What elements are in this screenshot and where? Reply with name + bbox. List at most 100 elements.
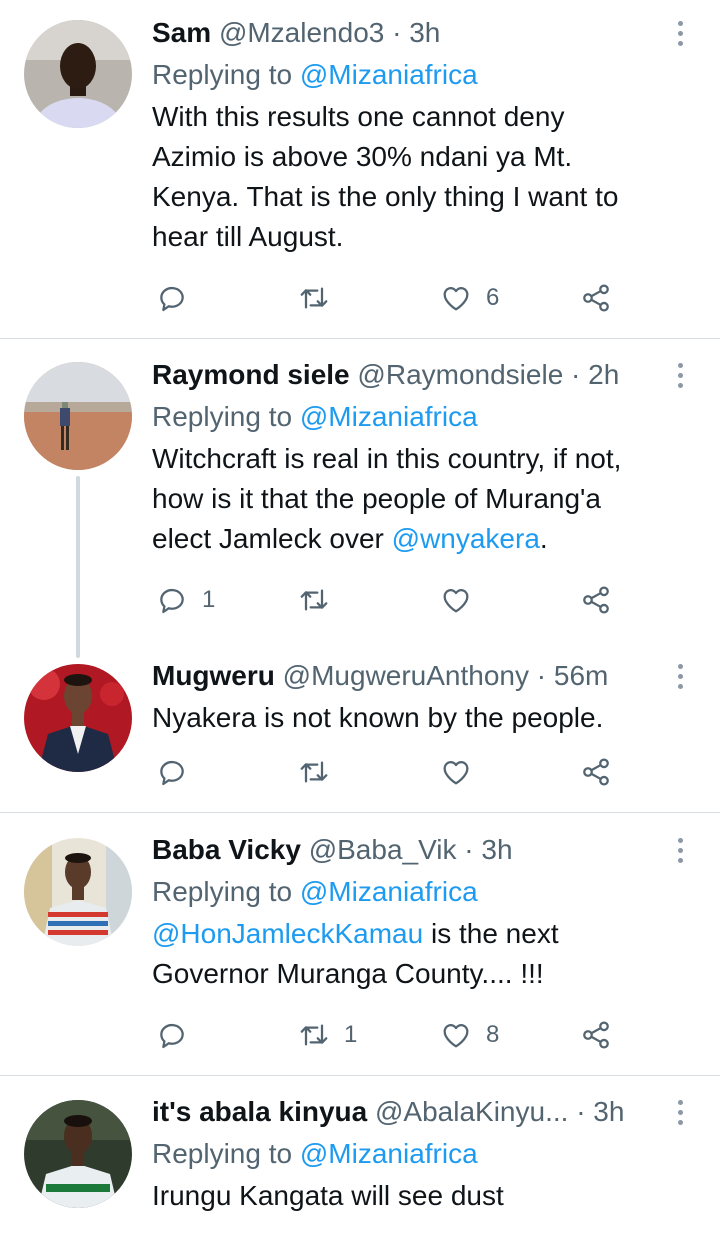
retweet-icon <box>300 761 328 783</box>
retweet-icon <box>300 287 328 309</box>
replying-mention-link[interactable]: @Mizaniafrica <box>300 59 478 90</box>
replying-to: Replying to @Mizaniafrica <box>152 1134 672 1174</box>
tweet-text-fragment: . <box>539 523 548 554</box>
retweet-button[interactable] <box>298 750 344 794</box>
like-button[interactable]: 6 <box>440 276 499 320</box>
reply-button[interactable] <box>156 1013 202 1057</box>
replying-to: Replying to @Mizaniafrica <box>152 55 672 95</box>
replying-mention-link[interactable]: @Mizaniafrica <box>300 1138 478 1169</box>
avatar[interactable] <box>24 838 132 946</box>
user-handle[interactable]: @Raymondsiele <box>357 359 563 390</box>
avatar[interactable] <box>24 1100 132 1208</box>
tweet-text-fragment: is the next <box>423 918 559 949</box>
user-handle[interactable]: @Baba_Vik <box>309 834 457 865</box>
more-options-icon[interactable] <box>668 1092 692 1132</box>
like-count: 8 <box>486 1021 500 1048</box>
retweet-count: 1 <box>344 1021 358 1048</box>
tweet[interactable]: Raymond siele @Raymondsiele · 2h Replyin… <box>152 355 672 559</box>
timestamp[interactable]: 3h <box>481 834 512 865</box>
avatar[interactable] <box>24 20 132 128</box>
tweet-text-line: Witchcraft is real in this country, if n… <box>152 443 622 474</box>
reply-button[interactable] <box>156 276 202 320</box>
retweet-button[interactable]: 1 <box>298 1013 357 1057</box>
tweet[interactable]: Sam @Mzalendo3 · 3h Replying to @Mizania… <box>152 13 672 257</box>
share-button[interactable] <box>580 750 612 794</box>
user-handle[interactable]: @MugweruAnthony <box>283 660 529 691</box>
divider <box>0 1075 720 1076</box>
tweet-header: Baba Vicky @Baba_Vik · 3h <box>152 830 672 870</box>
thread-line <box>76 476 80 658</box>
retweet-button[interactable] <box>298 276 344 320</box>
like-button[interactable] <box>440 578 486 622</box>
replying-mention-link[interactable]: @Mizaniafrica <box>300 876 478 907</box>
reply-icon <box>160 760 184 786</box>
tweet-text-line: elect Jamleck over @wnyakera. <box>152 519 672 559</box>
like-count: 6 <box>486 284 500 311</box>
display-name[interactable]: Sam <box>152 17 211 48</box>
replying-prefix: Replying to <box>152 1138 293 1169</box>
display-name[interactable]: it's abala kinyua <box>152 1096 367 1127</box>
tweet-header: Raymond siele @Raymondsiele · 2h <box>152 355 672 395</box>
share-icon <box>583 1021 609 1049</box>
timestamp[interactable]: 3h <box>409 17 440 48</box>
like-button[interactable] <box>440 750 486 794</box>
share-button[interactable] <box>580 578 612 622</box>
separator-dot: · <box>576 1096 586 1127</box>
tweet-text: @HonJamleckKamau is the next Governor Mu… <box>152 914 672 994</box>
reply-icon <box>160 286 184 312</box>
avatar[interactable] <box>24 664 132 772</box>
heart-icon <box>443 761 469 785</box>
like-button[interactable]: 8 <box>440 1013 499 1057</box>
tweet-text: Irungu Kangata will see dust <box>152 1176 672 1216</box>
user-handle[interactable]: @AbalaKinyu... <box>375 1096 568 1127</box>
reply-icon <box>160 588 184 614</box>
tweet-header: Sam @Mzalendo3 · 3h <box>152 13 672 53</box>
timestamp[interactable]: 2h <box>588 359 619 390</box>
reply-feed: Sam @Mzalendo3 · 3h Replying to @Mizania… <box>0 0 720 1235</box>
mention-link[interactable]: @HonJamleckKamau <box>152 918 423 949</box>
replying-to: Replying to @Mizaniafrica <box>152 397 672 437</box>
tweet-header: Mugweru @MugweruAnthony · 56m <box>152 656 672 696</box>
heart-icon <box>443 1024 469 1048</box>
share-button[interactable] <box>580 1013 612 1057</box>
tweet-text-line: With this results one cannot deny <box>152 101 565 132</box>
tweet-text-line: @HonJamleckKamau is the next <box>152 914 672 954</box>
more-options-icon[interactable] <box>668 830 692 870</box>
reply-button[interactable] <box>156 750 202 794</box>
timestamp[interactable]: 56m <box>554 660 608 691</box>
tweet-actions: 1 8 <box>152 1013 622 1057</box>
display-name[interactable]: Raymond siele <box>152 359 350 390</box>
replying-prefix: Replying to <box>152 401 293 432</box>
share-icon <box>583 586 609 614</box>
reply-icon <box>160 1023 184 1049</box>
tweet-text-line: Azimio is above 30% ndani ya Mt. <box>152 141 573 172</box>
tweet[interactable]: Mugweru @MugweruAnthony · 56m Nyakera is… <box>152 656 672 738</box>
mention-link[interactable]: @wnyakera <box>392 523 540 554</box>
reply-count: 1 <box>202 586 216 613</box>
reply-button[interactable]: 1 <box>156 578 215 622</box>
tweet-text-fragment: elect Jamleck over <box>152 523 392 554</box>
tweet[interactable]: it's abala kinyua @AbalaKinyu... · 3h Re… <box>152 1092 672 1216</box>
divider <box>0 812 720 813</box>
tweet-actions: 1 <box>152 578 622 622</box>
tweet[interactable]: Baba Vicky @Baba_Vik · 3h Replying to @M… <box>152 830 672 994</box>
avatar[interactable] <box>24 362 132 470</box>
display-name[interactable]: Mugweru <box>152 660 275 691</box>
replying-mention-link[interactable]: @Mizaniafrica <box>300 401 478 432</box>
timestamp[interactable]: 3h <box>593 1096 624 1127</box>
share-icon <box>583 284 609 312</box>
separator-dot: · <box>392 17 402 48</box>
retweet-icon <box>300 589 328 611</box>
separator-dot: · <box>536 660 547 691</box>
more-options-icon[interactable] <box>668 13 692 53</box>
share-icon <box>583 758 609 786</box>
replying-prefix: Replying to <box>152 59 293 90</box>
heart-icon <box>443 589 469 613</box>
display-name[interactable]: Baba Vicky <box>152 834 301 865</box>
replying-prefix: Replying to <box>152 876 293 907</box>
share-button[interactable] <box>580 276 612 320</box>
user-handle[interactable]: @Mzalendo3 <box>219 17 384 48</box>
more-options-icon[interactable] <box>668 656 692 696</box>
retweet-button[interactable] <box>298 578 344 622</box>
more-options-icon[interactable] <box>668 355 692 395</box>
